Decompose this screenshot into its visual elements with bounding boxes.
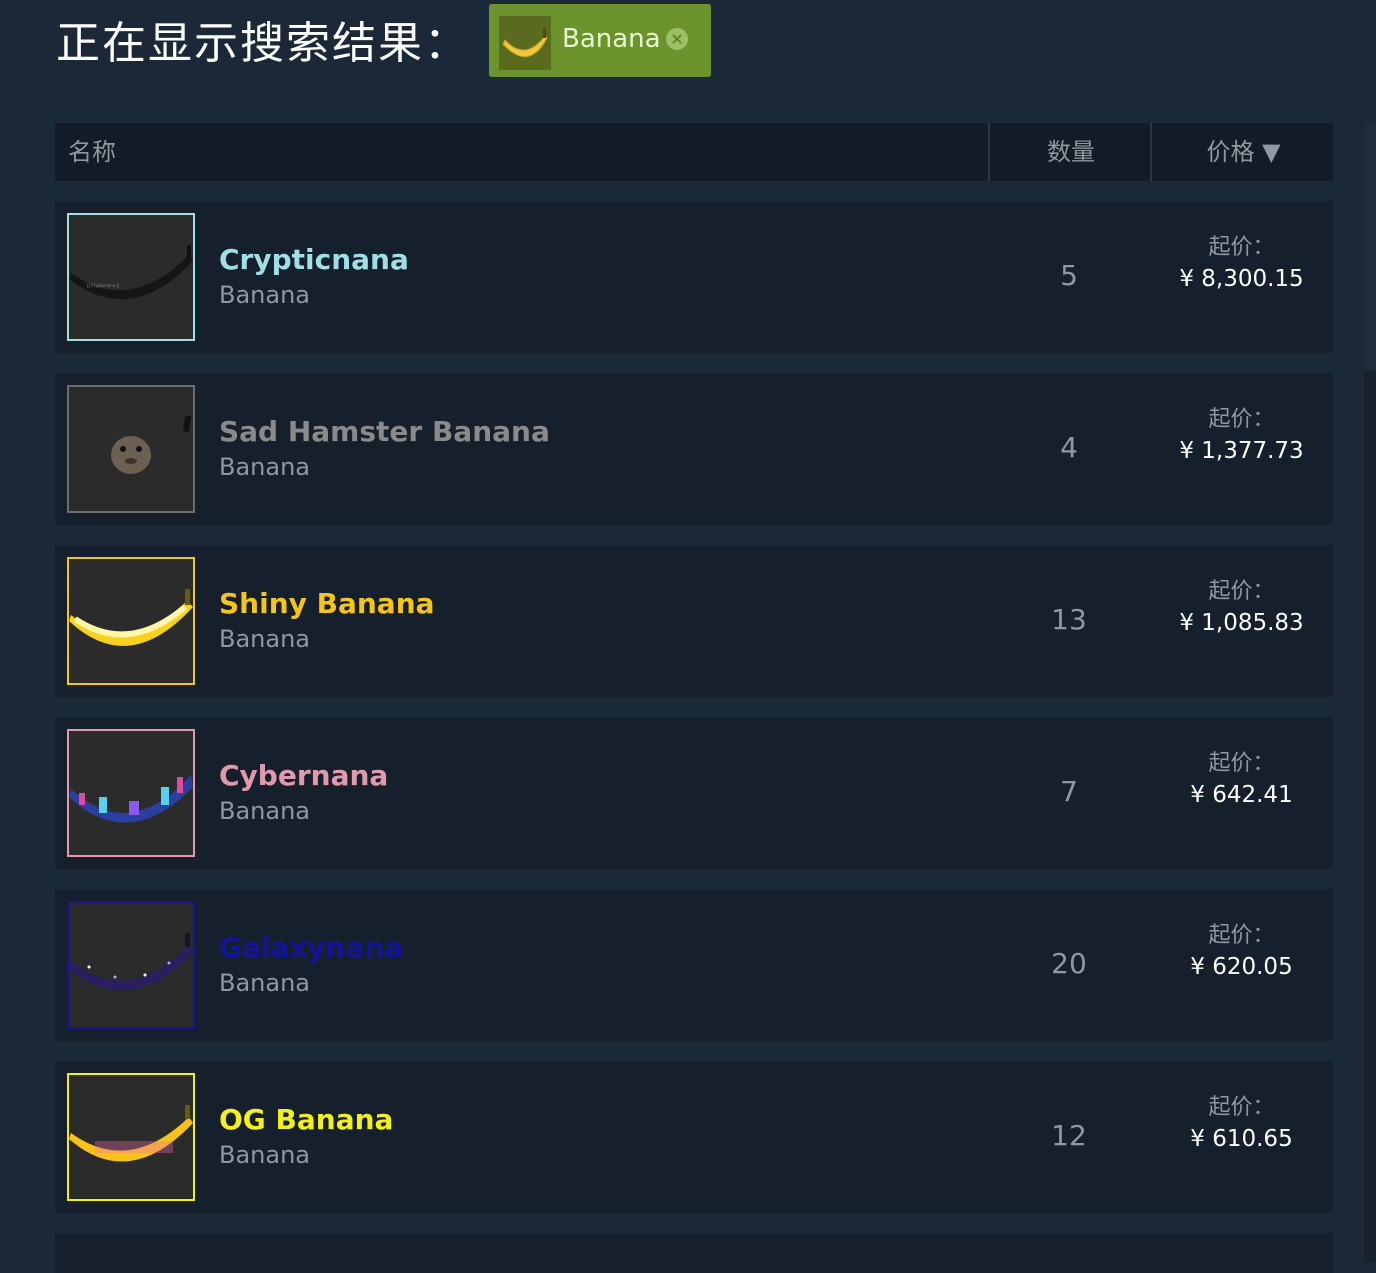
- table-row[interactable]: OG Banana Banana 12 起价： ¥ 610.65: [55, 1061, 1333, 1213]
- price-label: 起价：: [1208, 751, 1275, 776]
- table-row[interactable]: [55, 1233, 1333, 1273]
- price-box: 起价： ¥ 1,377.73: [1150, 405, 1333, 467]
- price-box: 起价： ¥ 610.65: [1150, 1093, 1333, 1155]
- table-row[interactable]: Shiny Banana Banana 13 起价： ¥ 1,085.83: [55, 545, 1333, 697]
- item-quantity: 20: [1051, 947, 1087, 980]
- price-label: 起价：: [1208, 923, 1275, 948]
- banana-thumbnail: [499, 16, 551, 70]
- price-value: ¥ 1,085.83: [1179, 610, 1304, 636]
- scrollbar-thumb[interactable]: [1364, 123, 1376, 370]
- item-quantity: 4: [1060, 431, 1078, 464]
- item-thumbnail: [67, 729, 195, 857]
- column-header-price[interactable]: 价格 ▼: [1150, 123, 1335, 181]
- svg-text:|| Crypticnana ||: || Crypticnana ||: [87, 283, 119, 288]
- item-game: Banana: [219, 969, 311, 997]
- filter-label: Banana: [562, 24, 661, 54]
- item-quantity: 12: [1051, 1119, 1087, 1152]
- item-thumbnail: [67, 385, 195, 513]
- item-game: Banana: [219, 453, 311, 481]
- item-name[interactable]: Cybernana: [219, 759, 388, 792]
- table-row[interactable]: Cybernana Banana 7 起价： ¥ 642.41: [55, 717, 1333, 869]
- price-box: 起价： ¥ 1,085.83: [1150, 577, 1333, 639]
- table-row[interactable]: Galaxynana Banana 20 起价： ¥ 620.05: [55, 889, 1333, 1041]
- price-label: 起价：: [1208, 407, 1275, 432]
- item-quantity: 5: [1060, 259, 1078, 292]
- table-header: 名称 数量 价格 ▼: [55, 123, 1333, 181]
- item-quantity: 13: [1051, 603, 1087, 636]
- scrollbar[interactable]: [1364, 123, 1376, 1262]
- price-value: ¥ 620.05: [1190, 954, 1293, 980]
- item-thumbnail: || Crypticnana ||: [67, 213, 195, 341]
- column-header-quantity[interactable]: 数量: [988, 123, 1152, 181]
- price-box: 起价： ¥ 8,300.15: [1150, 233, 1333, 295]
- price-value: ¥ 642.41: [1190, 782, 1293, 808]
- close-icon[interactable]: ×: [666, 28, 688, 50]
- price-box: 起价： ¥ 620.05: [1150, 921, 1333, 983]
- price-label: 起价：: [1208, 579, 1275, 604]
- price-value: ¥ 8,300.15: [1179, 266, 1304, 292]
- item-quantity: 7: [1060, 775, 1078, 808]
- item-name[interactable]: Crypticnana: [219, 243, 409, 276]
- item-name[interactable]: Sad Hamster Banana: [219, 415, 550, 448]
- item-game: Banana: [219, 1141, 311, 1169]
- price-label: 起价：: [1208, 235, 1275, 260]
- item-thumbnail: [67, 1073, 195, 1201]
- item-game: Banana: [219, 625, 311, 653]
- item-game: Banana: [219, 797, 311, 825]
- price-value: ¥ 1,377.73: [1179, 438, 1304, 464]
- price-value: ¥ 610.65: [1190, 1126, 1293, 1152]
- table-row[interactable]: Sad Hamster Banana Banana 4 起价： ¥ 1,377.…: [55, 373, 1333, 525]
- item-name[interactable]: OG Banana: [219, 1103, 393, 1136]
- column-header-name[interactable]: 名称: [68, 123, 116, 181]
- item-name[interactable]: Galaxynana: [219, 931, 403, 964]
- table-row[interactable]: || Crypticnana || Crypticnana Banana 5 起…: [55, 201, 1333, 353]
- page-title: 正在显示搜索结果：: [56, 18, 470, 69]
- price-box: 起价： ¥ 642.41: [1150, 749, 1333, 811]
- item-game: Banana: [219, 281, 311, 309]
- item-thumbnail: [67, 901, 195, 1029]
- search-filter-chip[interactable]: Banana ×: [489, 4, 711, 77]
- price-label: 起价：: [1208, 1095, 1275, 1120]
- item-name[interactable]: Shiny Banana: [219, 587, 435, 620]
- item-thumbnail: [67, 557, 195, 685]
